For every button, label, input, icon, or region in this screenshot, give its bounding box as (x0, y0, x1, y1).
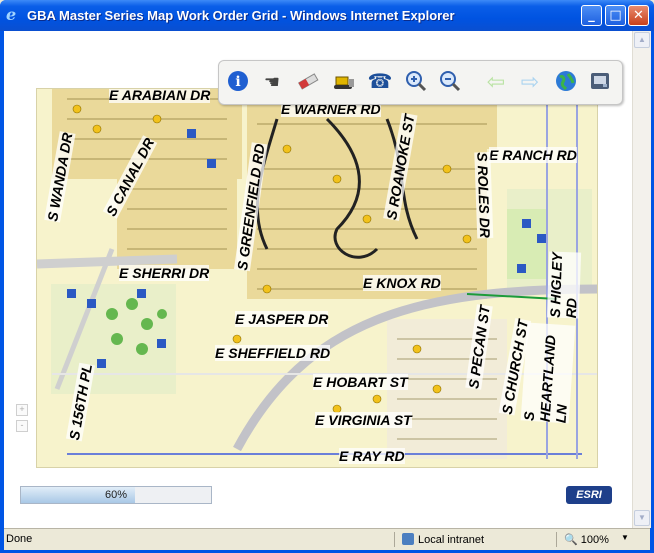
street-labels: E ARABIAN DR E WARNER RD E RANCH RD S WA… (37, 89, 597, 467)
street-label: S 156TH PL (65, 362, 96, 442)
bulldozer-icon[interactable] (331, 69, 357, 95)
printer-icon[interactable] (587, 69, 613, 95)
title-bar[interactable]: e GBA Master Series Map Work Order Grid … (0, 0, 654, 31)
street-label: E ARABIAN DR (109, 88, 211, 103)
progress-label: 60% (104, 489, 128, 501)
status-divider (394, 532, 395, 547)
close-button[interactable]: ✕ (628, 5, 649, 26)
intranet-icon (402, 533, 414, 545)
zoom-in-icon[interactable] (403, 69, 429, 95)
svg-text:i: i (235, 74, 240, 90)
zone-label: Local intranet (418, 534, 485, 546)
street-label: S ROLES DR (474, 151, 494, 239)
phone-icon[interactable]: ☎ (367, 69, 393, 95)
maximize-button[interactable]: □ (605, 5, 626, 26)
street-label: S PECAN ST (465, 304, 493, 390)
zoom-minus-button[interactable]: - (16, 420, 28, 432)
esri-logo: ESRI (566, 486, 612, 504)
street-label: S GREENFIELD RD (233, 142, 268, 272)
scroll-down-icon[interactable]: ▼ (634, 510, 650, 526)
street-label: E VIRGINIA ST (315, 412, 412, 428)
street-label: E SHEFFIELD RD (215, 345, 331, 361)
street-label: E JASPER DR (235, 311, 329, 327)
status-divider (556, 532, 557, 547)
globe-icon[interactable] (553, 69, 579, 95)
arrow-left-icon[interactable]: ⇦ (483, 69, 509, 95)
map-zoom-control[interactable]: + - (16, 404, 30, 434)
zoom-level[interactable]: 🔍 100% (564, 533, 609, 546)
street-label: E RANCH RD (489, 147, 577, 163)
zoom-out-icon[interactable] (437, 69, 463, 95)
security-zone[interactable]: Local intranet (402, 533, 484, 546)
arrow-right-icon[interactable]: ⇨ (517, 69, 543, 95)
status-bar: Done Local intranet 🔍 100% ▼ (4, 528, 650, 550)
vertical-scrollbar[interactable]: ▲ ▼ (632, 31, 651, 528)
street-label: S ROANOKE ST (383, 113, 418, 221)
street-label: E SHERRI DR (119, 265, 210, 281)
street-label: S HIGLEY RD (546, 251, 582, 319)
street-label: S WANDA DR (44, 131, 76, 223)
street-label: S CANAL DR (102, 135, 158, 219)
street-label: S HEARTLAND LN (520, 322, 576, 424)
ie-logo-icon: e (6, 5, 17, 24)
street-label: E KNOX RD (363, 275, 441, 291)
eraser-icon[interactable] (295, 69, 321, 95)
minimize-button[interactable]: _ (581, 5, 602, 26)
window-title: GBA Master Series Map Work Order Grid - … (27, 8, 455, 23)
status-text: Done (6, 533, 33, 545)
info-icon[interactable]: i (225, 69, 251, 95)
zoom-plus-button[interactable]: + (16, 404, 28, 416)
map-view[interactable]: E ARABIAN DR E WARNER RD E RANCH RD S WA… (36, 88, 598, 468)
street-label: E RAY RD (339, 448, 405, 464)
street-label: E HOBART ST (313, 374, 408, 390)
zoom-dropdown-icon[interactable]: ▼ (621, 533, 629, 542)
zoom-label: 100% (580, 534, 609, 546)
hand-icon[interactable]: ☚ (259, 69, 285, 95)
map-toolbar: i ☚ ☎ ⇦ ⇨ (218, 60, 623, 105)
scroll-up-icon[interactable]: ▲ (634, 32, 650, 48)
loading-progress-bar: 60% (20, 486, 212, 504)
